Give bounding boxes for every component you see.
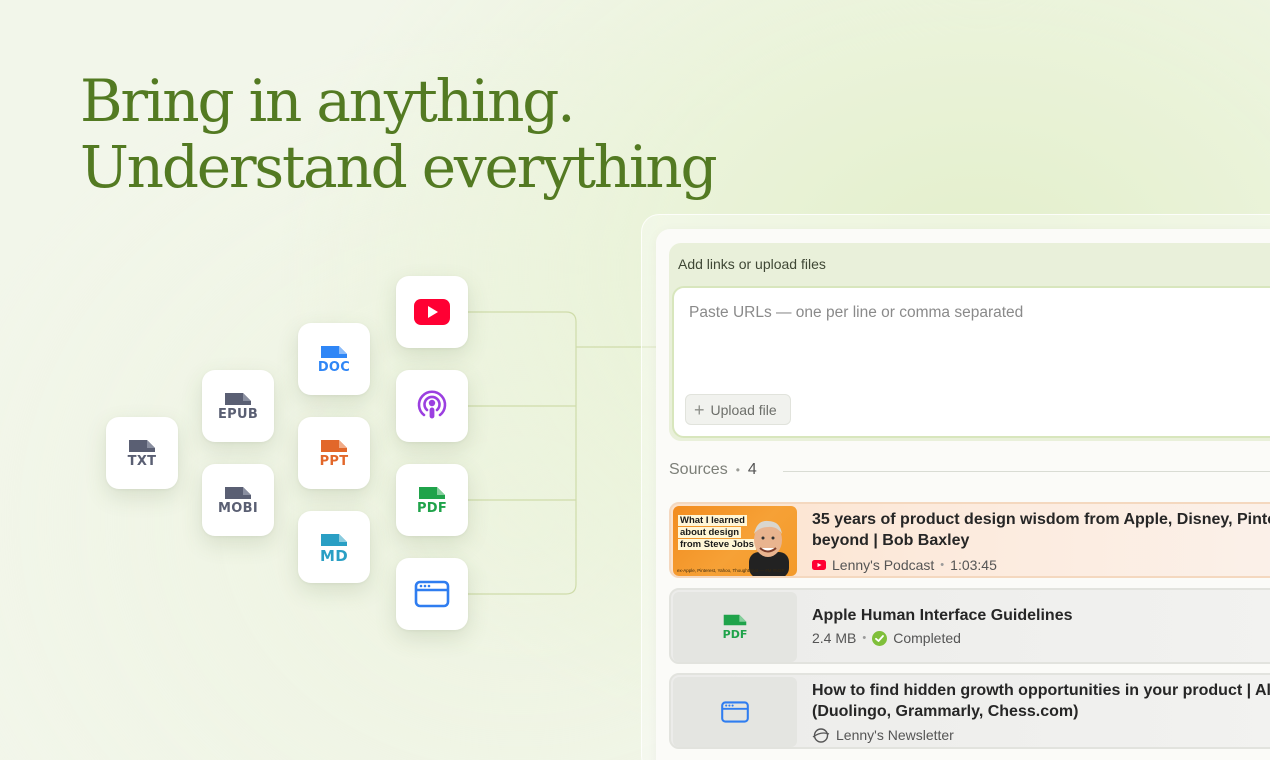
source-item[interactable]: What I learned about design from Steve J… [669,502,1270,578]
browser-window-icon [721,701,749,723]
pdf-label: PDF [722,628,748,641]
upload-file-button[interactable]: + Upload file [685,394,791,425]
ppt-label: PPT [319,453,349,469]
file-icon [129,439,155,452]
md-file-tile: MD [298,511,370,583]
pdf-file-tile: PDF [396,464,468,536]
sources-header: Sources • 4 [669,461,757,479]
pdf-thumbnail: PDF [673,592,797,662]
check-circle-icon [872,630,888,646]
plus-icon: + [694,399,705,420]
txt-file-tile: TXT [106,417,178,489]
file-icon [225,392,251,405]
sources-count: 4 [747,461,757,478]
txt-label: TXT [127,453,157,469]
youtube-icon [414,299,450,325]
file-icon [419,486,445,499]
source-title: How to find hidden growth opportunities … [812,682,1270,720]
source-title: 35 years of product design wisdom from A… [812,511,1270,549]
upload-file-label: Upload file [710,401,777,418]
source-title: Apple Human Interface Guidelines [812,607,1073,624]
file-icon [321,533,347,546]
mobi-label: MOBI [218,500,258,516]
speaker-portrait [749,520,789,576]
duration: 1:03:45 [950,557,997,573]
add-sources-label: Add links or upload files [678,256,826,272]
pdf-label: PDF [416,500,448,516]
divider [783,471,1270,472]
source-item[interactable]: How to find hidden growth opportunities … [669,673,1270,749]
sources-label: Sources [669,461,728,478]
epub-file-tile: EPUB [202,370,274,442]
ppt-file-tile: PPT [298,417,370,489]
file-size: 2.4 MB [812,630,857,646]
file-icon [723,614,747,626]
source-meta: Lenny's Podcast • 1:03:45 [812,557,997,573]
podcast-icon [417,390,447,419]
file-icon [225,486,251,499]
source-item[interactable]: PDF Apple Human Interface Guidelines 2.4… [669,588,1270,664]
md-label: MD [320,546,348,565]
doc-label: DOC [317,359,351,375]
podcast-tile [396,370,468,442]
url-input-placeholder: Paste URLs — one per line or comma separ… [689,304,1024,321]
source-name: Lenny's Podcast [832,557,935,573]
youtube-tile [396,276,468,348]
webpage-thumbnail [673,677,797,747]
youtube-icon [812,560,826,570]
source-meta: Lenny's Newsletter [812,727,954,743]
browser-window-icon [414,580,450,608]
globe-icon [812,727,830,743]
source-name: Lenny's Newsletter [836,727,954,743]
podcast-thumbnail: What I learned about design from Steve J… [673,506,797,576]
separator-dot: • [735,463,740,477]
epub-label: EPUB [217,406,259,422]
mobi-file-tile: MOBI [202,464,274,536]
status-text: Completed [893,630,961,646]
source-meta: 2.4 MB • Completed [812,630,961,646]
webpage-tile [396,558,468,630]
doc-file-tile: DOC [298,323,370,395]
file-icon [321,439,347,452]
thumbnail-caption: ex-Apple, Pinterest, Yahoo, ThoughtSpot … [677,568,785,573]
file-icon [321,345,347,358]
